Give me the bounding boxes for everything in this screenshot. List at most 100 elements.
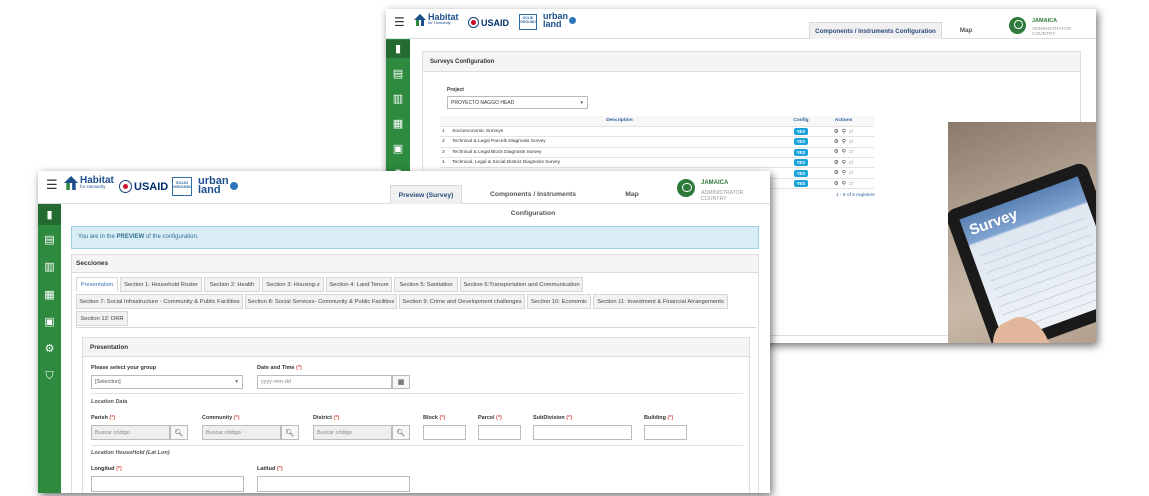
panel-title: Surveys Configuration <box>423 52 1080 72</box>
section-tab[interactable]: Section 5: Sanitation <box>394 277 458 292</box>
book-icon[interactable]: ▮ <box>386 40 410 58</box>
user-avatar[interactable] <box>1009 17 1026 34</box>
project-select[interactable]: PROYECTO NAGGO HEAD ▾ <box>447 96 588 109</box>
section-tab[interactable]: Section 10: Economic <box>527 294 591 309</box>
parcel-input[interactable] <box>478 425 521 440</box>
search-icon[interactable]: ⚲ <box>842 139 846 145</box>
config-yes-badge[interactable]: YES <box>793 128 809 136</box>
hamburger-menu-icon[interactable]: ☰ <box>46 178 58 193</box>
section-tab[interactable]: Section 6:Transportation and Communicati… <box>460 277 583 292</box>
row-config: YES <box>788 167 814 179</box>
gear-icon[interactable]: ⚙ <box>834 129 839 135</box>
user-avatar[interactable] <box>677 179 695 197</box>
district-label-text: District <box>313 415 332 421</box>
gear-icon[interactable]: ⚙ <box>834 170 839 176</box>
tab-components-configuration[interactable]: Components / Instruments Configuration <box>809 22 942 39</box>
required-mark: (*) <box>333 415 340 421</box>
user-name: JAMAICA <box>701 180 729 186</box>
community-search-button[interactable]: 🔍︎ <box>281 425 299 440</box>
section-tab[interactable]: Section 9: Crime and Development challen… <box>399 294 525 309</box>
transfer-icon[interactable]: ⇄ <box>849 170 854 176</box>
parish-search-input[interactable]: Buscar código <box>91 425 170 440</box>
longitud-input[interactable] <box>91 476 244 492</box>
shield-icon[interactable]: ⛉ <box>38 367 61 385</box>
config-yes-badge[interactable]: YES <box>793 138 809 146</box>
required-mark: (*) <box>109 415 116 421</box>
config-yes-badge[interactable]: YES <box>793 159 809 167</box>
chevron-down-icon: ▾ <box>235 379 238 385</box>
required-mark: (*) <box>116 466 122 472</box>
document-icon[interactable]: ▤ <box>38 231 61 249</box>
solid-ground-logo: SOLID GROUND <box>172 177 192 196</box>
tab-map[interactable]: Map <box>948 22 984 39</box>
block-input[interactable] <box>423 425 466 440</box>
transfer-icon[interactable]: ⇄ <box>849 160 854 166</box>
parish-placeholder: Buscar código <box>95 429 130 436</box>
search-icon[interactable]: ⚲ <box>842 181 846 187</box>
gear-icon[interactable]: ⚙ <box>834 149 839 155</box>
book-icon[interactable]: ▮ <box>38 204 61 225</box>
tab-map[interactable]: Map <box>614 185 650 204</box>
land-text: land <box>543 18 562 29</box>
group-select[interactable]: [Selection] ▾ <box>91 375 243 389</box>
habitat-logo: Habitat for Humanity <box>64 176 114 190</box>
habitat-logo: Habitat for Humanity <box>414 13 459 26</box>
section-tab[interactable]: Presentation <box>76 277 118 292</box>
transfer-icon[interactable]: ⇄ <box>849 181 854 187</box>
transfer-icon[interactable]: ⇄ <box>849 129 854 135</box>
col-number <box>440 116 451 127</box>
row-config: YES <box>788 147 814 159</box>
section-tab[interactable]: Section 1: Household Roster <box>120 277 202 292</box>
gear-icon[interactable]: ⚙ <box>834 139 839 145</box>
hamburger-menu-icon[interactable]: ☰ <box>394 15 405 29</box>
document-icon[interactable]: ▤ <box>386 65 410 83</box>
report-icon[interactable]: ▥ <box>38 258 61 276</box>
district-placeholder: Buscar código <box>317 429 352 436</box>
section-tab[interactable]: Section 3: Housing-z <box>262 277 324 292</box>
community-search-input[interactable]: Buscar código <box>202 425 281 440</box>
section-tab[interactable]: Section 2: Health <box>204 277 260 292</box>
calendar-icon[interactable]: ▦ <box>386 115 410 133</box>
calendar-icon[interactable]: ▦ <box>38 286 61 304</box>
usaid-text: USAID <box>481 17 510 28</box>
search-icon[interactable]: ⚲ <box>842 149 846 155</box>
section-tab[interactable]: Section 11: Investment & Financial Arran… <box>593 294 728 309</box>
required-mark: (*) <box>566 415 573 421</box>
gear-icon[interactable]: ⚙ <box>38 340 61 358</box>
config-yes-badge[interactable]: YES <box>793 180 809 188</box>
gear-icon[interactable]: ⚙ <box>834 181 839 187</box>
required-mark: (*) <box>439 415 446 421</box>
subdivision-input[interactable] <box>533 425 632 440</box>
window-icon[interactable]: ▣ <box>38 313 61 331</box>
section-tab[interactable]: Section 12: DRR <box>76 311 128 326</box>
section-tab[interactable]: Section 4: Land Tenure <box>326 277 392 292</box>
search-icon[interactable]: ⚲ <box>842 160 846 166</box>
config-yes-badge[interactable]: YES <box>793 148 809 156</box>
calendar-button[interactable]: ▦ <box>392 375 410 389</box>
transfer-icon[interactable]: ⇄ <box>849 149 854 155</box>
transfer-icon[interactable]: ⇄ <box>849 139 854 145</box>
latitud-input[interactable] <box>257 476 410 492</box>
required-mark: (*) <box>296 365 302 371</box>
datetime-input[interactable]: yyyy-mm-dd <box>257 375 392 389</box>
section-tab[interactable]: Section 7: Social Infrastructure - Commu… <box>76 294 243 309</box>
window-icon[interactable]: ▣ <box>386 140 410 158</box>
section-tab[interactable]: Section 8: Social Services- Community & … <box>245 294 397 309</box>
user-name: JAMAICA <box>1032 18 1058 24</box>
search-icon: 🔍︎ <box>174 428 184 437</box>
gear-icon[interactable]: ⚙ <box>834 160 839 166</box>
district-search-input[interactable]: Buscar código <box>313 425 392 440</box>
district-label: District (*) <box>313 415 339 421</box>
building-input[interactable] <box>644 425 687 440</box>
search-icon[interactable]: ⚲ <box>842 170 846 176</box>
tab-components-configuration[interactable]: Components / Instruments Configuration <box>468 185 598 217</box>
tab-preview-survey[interactable]: Preview (Survey) <box>390 185 462 204</box>
group-label-text: Please select your group <box>91 365 157 371</box>
district-search-button[interactable]: 🔍︎ <box>392 425 410 440</box>
report-icon[interactable]: ▥ <box>386 90 410 108</box>
sections-panel: Secciones Presentation Section 1: Househo… <box>71 254 759 493</box>
parish-search-button[interactable]: 🔍︎ <box>170 425 188 440</box>
longitud-label-text: Longitud <box>91 466 115 472</box>
search-icon[interactable]: ⚲ <box>842 129 846 135</box>
config-yes-badge[interactable]: YES <box>793 169 809 177</box>
